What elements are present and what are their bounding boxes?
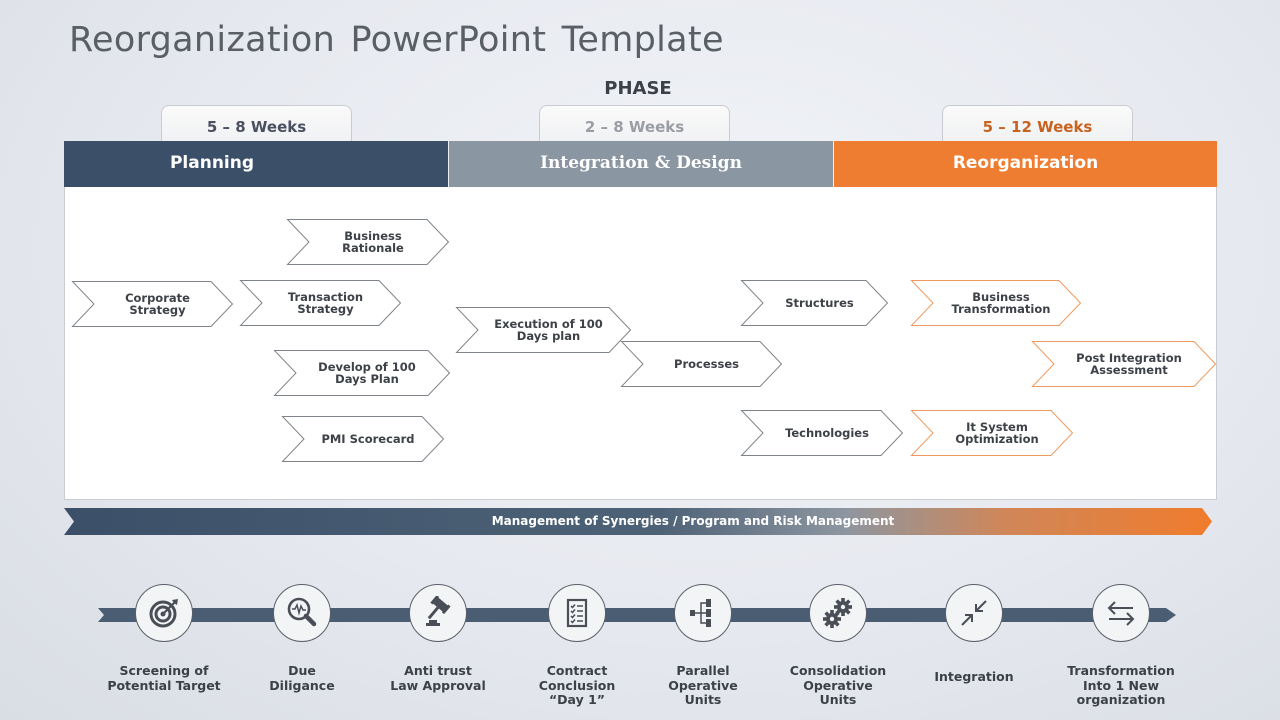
synergy-banner: Management of Synergies / Program and Ri… xyxy=(64,508,1212,535)
step-label: Integration xyxy=(934,669,1014,684)
phase-header-reorganization: Reorganization xyxy=(834,141,1217,187)
step-circle xyxy=(809,584,867,642)
chevron-technologies: Technologies xyxy=(740,410,904,456)
chevron-develop-100-days-plan: Develop of 100 Days Plan xyxy=(273,350,451,396)
target-icon xyxy=(149,599,178,628)
chevron-label: Develop of 100 Days Plan xyxy=(318,360,416,386)
step-circle xyxy=(674,584,732,642)
swap-arrows-icon xyxy=(1107,601,1135,626)
chevron-business-rationale: Business Rationale xyxy=(286,219,450,265)
hierarchy-icon xyxy=(690,599,711,627)
checklist-icon xyxy=(566,598,588,628)
chevron-label: Business Transformation xyxy=(951,290,1051,316)
chevron-post-integration-assessment: Post Integration Assessment xyxy=(1031,341,1217,387)
step-label: Transformation Into 1 New organization xyxy=(1067,663,1175,707)
step-circle xyxy=(945,584,1003,642)
synergy-banner-label: Management of Synergies / Program and Ri… xyxy=(491,514,895,528)
gavel-icon xyxy=(426,596,451,626)
chevron-label: Execution of 100 Days plan xyxy=(494,317,603,343)
step-label: Screening of Potential Target xyxy=(107,663,221,693)
chevron-corporate-strategy: Corporate Strategy xyxy=(71,281,234,327)
timeline-step-screening: Screening of Potential Target xyxy=(84,584,244,692)
chevron-processes: Processes xyxy=(620,341,783,387)
timeline-step-antitrust: Anti trust Law Approval xyxy=(358,584,518,692)
step-circle xyxy=(1092,584,1150,642)
chevron-label: Corporate Strategy xyxy=(125,291,190,317)
step-label: Anti trust Law Approval xyxy=(390,663,486,693)
chevron-label: Technologies xyxy=(785,426,869,440)
chevron-label: Structures xyxy=(785,296,854,310)
timeline-step-transformation: Transformation Into 1 New organization xyxy=(1041,584,1201,707)
chevron-label: Transaction Strategy xyxy=(287,290,364,316)
chevron-execution-100-days-plan: Execution of 100 Days plan xyxy=(455,307,632,353)
step-circle xyxy=(548,584,606,642)
arrows-inward-icon xyxy=(961,600,987,626)
chevron-label: It System Optimization xyxy=(955,420,1039,446)
step-circle xyxy=(409,584,467,642)
step-circle xyxy=(273,584,331,642)
timeline-step-integration: Integration xyxy=(894,584,1054,684)
gears-icon xyxy=(823,598,852,628)
chevron-structures: Structures xyxy=(740,280,889,326)
chevron-transaction-strategy: Transaction Strategy xyxy=(239,280,402,326)
phase-header-planning: Planning xyxy=(64,141,448,187)
phase-header-integration-design: Integration & Design xyxy=(449,141,833,187)
phase-heading: PHASE xyxy=(604,78,672,99)
chevron-label: Post Integration Assessment xyxy=(1076,351,1182,377)
chevron-label: PMI Scorecard xyxy=(321,432,415,446)
duration-tab-integration: 2 – 8 Weeks xyxy=(539,105,730,143)
duration-tab-planning: 5 – 8 Weeks xyxy=(161,105,352,143)
slide-title: Reorganization PowerPoint Template xyxy=(69,20,724,60)
chevron-pmi-scorecard: PMI Scorecard xyxy=(281,416,445,462)
chevron-label: Processes xyxy=(674,357,739,371)
duration-tab-reorganization: 5 – 12 Weeks xyxy=(942,105,1133,143)
chevron-it-system-optimization: It System Optimization xyxy=(910,410,1074,456)
chevron-business-transformation: Business Transformation xyxy=(910,280,1082,326)
magnifier-pulse-icon xyxy=(287,597,317,627)
step-circle xyxy=(135,584,193,642)
chevron-label: Business Rationale xyxy=(342,229,404,255)
